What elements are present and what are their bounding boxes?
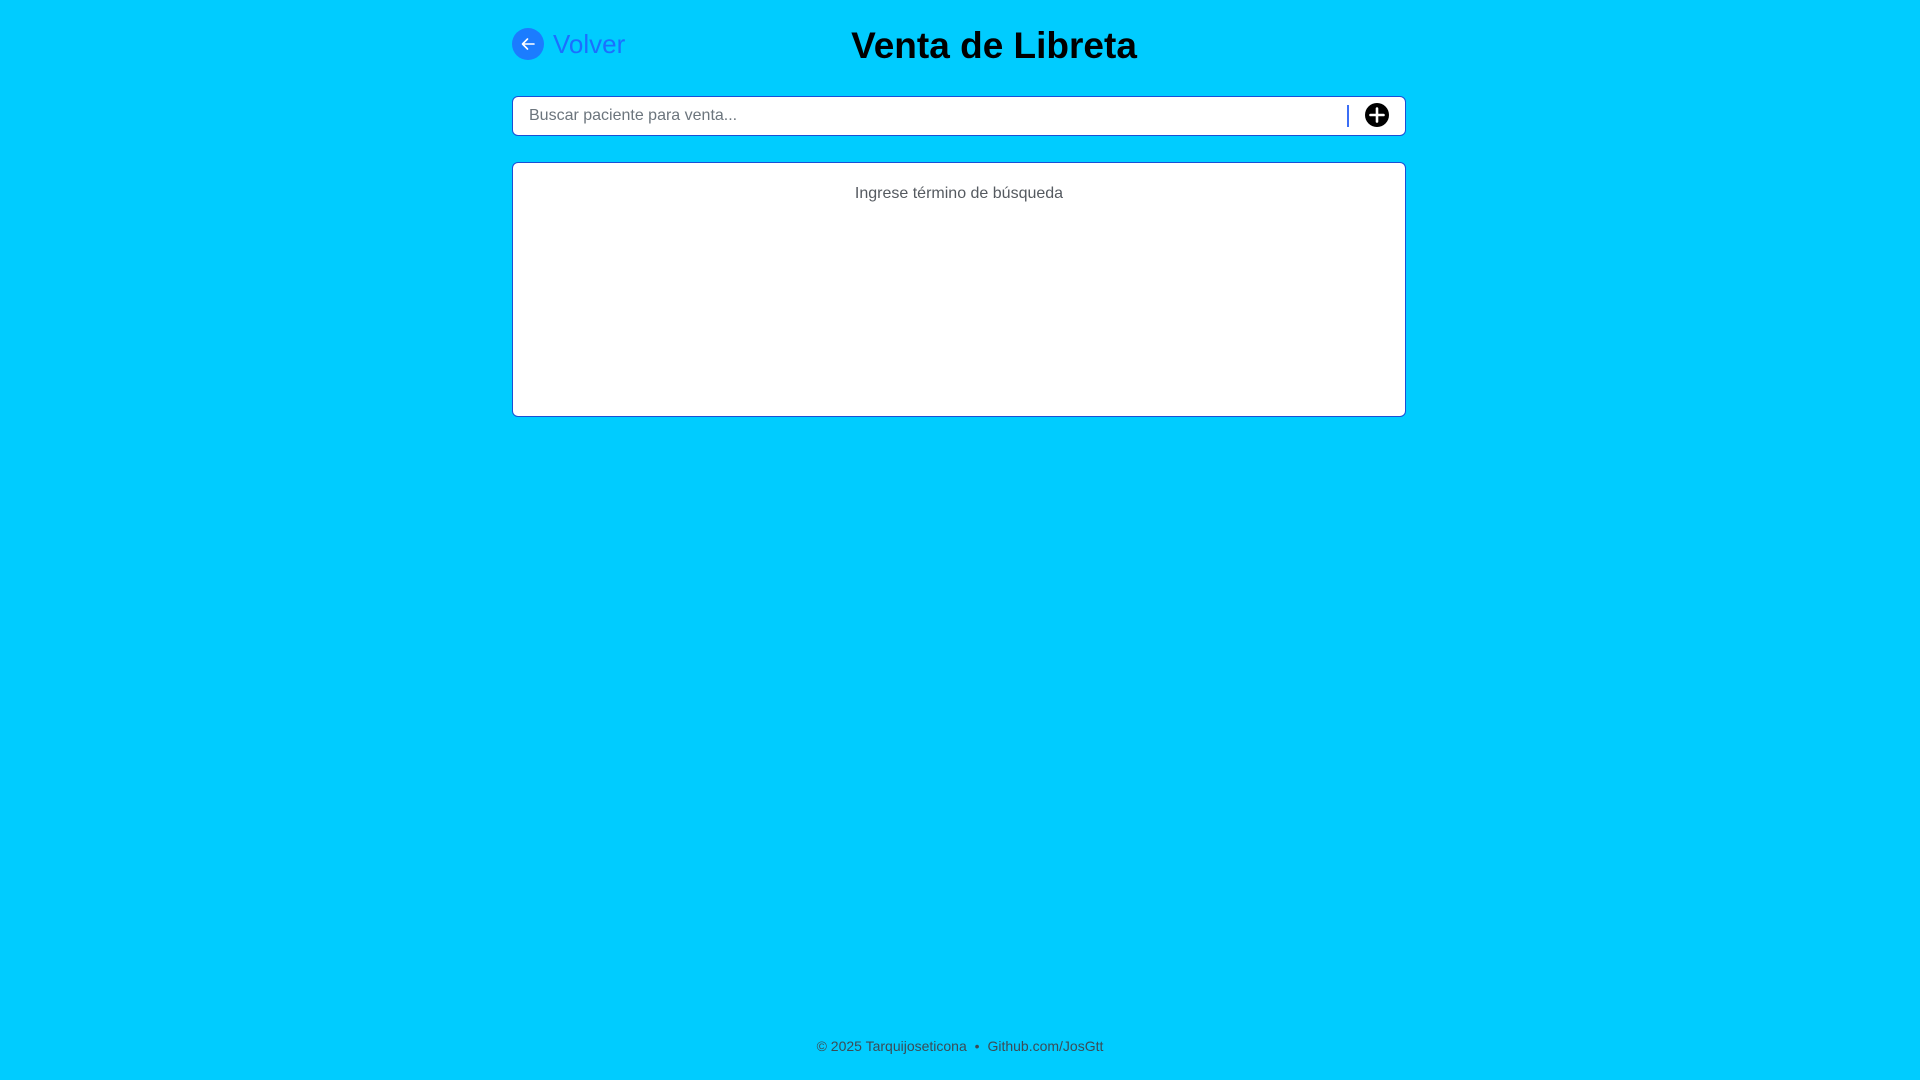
footer-copyright: © 2025 Tarquijoseticona bbox=[816, 1038, 967, 1054]
empty-results-message: Ingrese término de búsqueda bbox=[854, 185, 1064, 202]
footer: © 2025 Tarquijoseticona • Github.com/Jos… bbox=[0, 1036, 1920, 1056]
results-panel: Ingrese término de búsqueda bbox=[512, 162, 1406, 417]
plus-circle-icon bbox=[1364, 102, 1390, 131]
search-input[interactable] bbox=[513, 97, 1347, 135]
search-bar bbox=[512, 96, 1406, 136]
page: Volver Venta de Libreta Ingrese término … bbox=[0, 0, 1920, 1080]
text-cursor bbox=[1347, 105, 1349, 127]
footer-separator: • bbox=[974, 1038, 980, 1054]
page-title: Venta de Libreta bbox=[851, 25, 1137, 66]
footer-github-link[interactable]: Github.com/JosGtt bbox=[987, 1038, 1103, 1054]
add-patient-button[interactable] bbox=[1364, 102, 1390, 131]
